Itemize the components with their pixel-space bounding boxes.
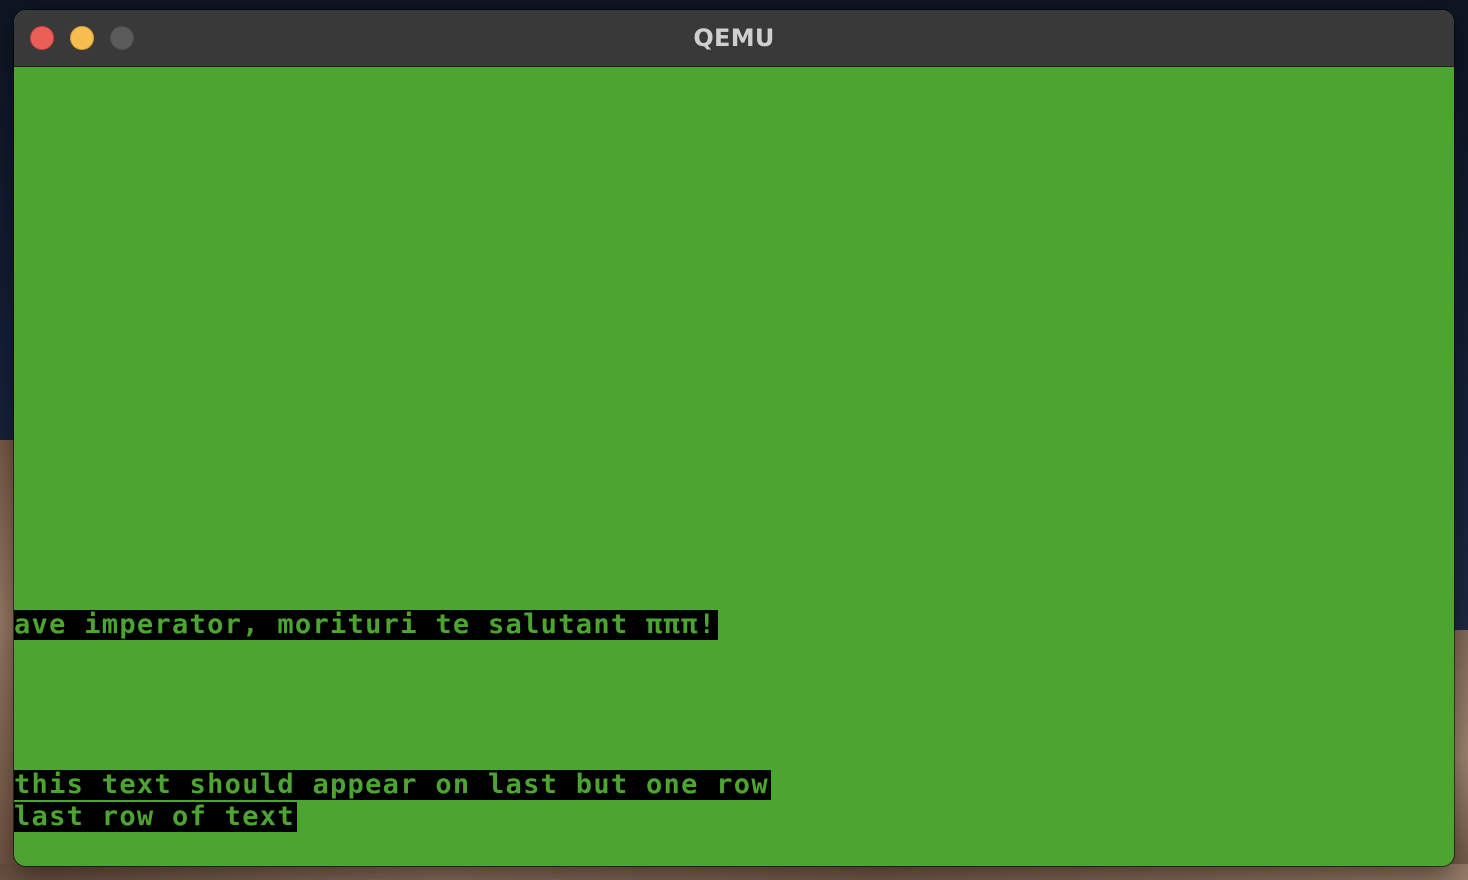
desktop-background-bottom: [0, 864, 1468, 880]
window-title: QEMU: [693, 24, 775, 52]
window-titlebar[interactable]: QEMU: [14, 10, 1454, 67]
vga-screen[interactable]: ave imperator, morituri te salutant πππ!…: [14, 67, 1454, 866]
vga-text-line-second-last: this text should appear on last but one …: [14, 769, 771, 800]
qemu-window: QEMU ave imperator, morituri te salutant…: [14, 10, 1454, 866]
vga-text-line-greeting: ave imperator, morituri te salutant πππ!: [14, 609, 719, 640]
vga-text-line-last: last row of text: [14, 801, 297, 832]
